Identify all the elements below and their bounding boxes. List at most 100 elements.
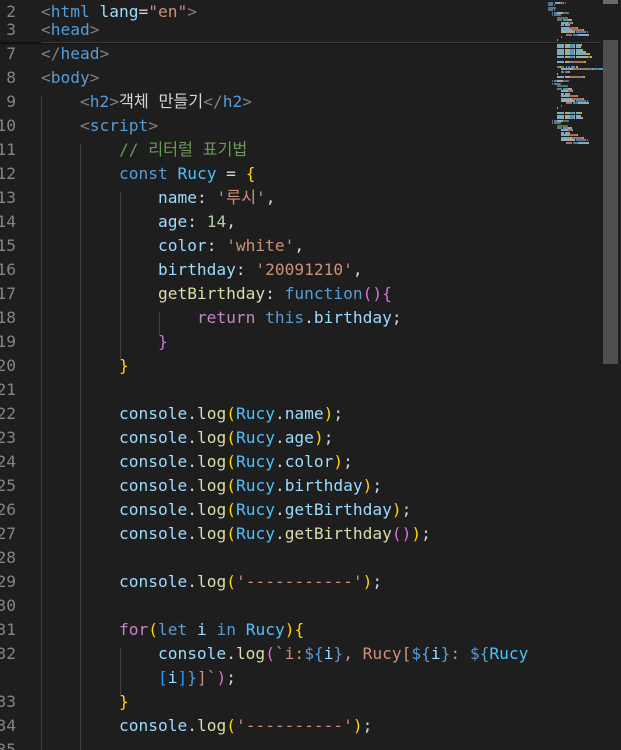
code-line[interactable]: 22 console.log(Rucy.name); bbox=[0, 402, 545, 426]
code-token: < bbox=[41, 68, 51, 87]
code-line[interactable]: [i]}]`); bbox=[0, 666, 545, 690]
line-code: getBirthday: function(){ bbox=[41, 282, 392, 306]
code-token: '----------' bbox=[235, 716, 353, 735]
code-line[interactable]: 32 console.log(`i:${i}, Rucy[${i}: ${Ruc… bbox=[0, 642, 545, 666]
code-line[interactable]: 16 birthday: '20091210', bbox=[0, 258, 545, 282]
code-token: . bbox=[274, 476, 285, 495]
code-token: ] bbox=[177, 668, 188, 687]
code-token: i bbox=[196, 620, 207, 639]
code-line[interactable]: 35 bbox=[0, 738, 545, 750]
code-token: log bbox=[196, 524, 227, 543]
code-line[interactable]: 15 color: 'white', bbox=[0, 234, 545, 258]
line-number-text: 19 bbox=[0, 332, 16, 351]
line-number: 18 bbox=[0, 306, 16, 330]
code-line[interactable]: 19 } bbox=[0, 330, 545, 354]
code-line[interactable]: 10 <script> bbox=[0, 114, 545, 138]
line-code: name: '루시', bbox=[41, 186, 276, 210]
minimap[interactable] bbox=[548, 0, 603, 152]
line-code: console.log(Rucy.color); bbox=[41, 450, 353, 474]
line-number: 10 bbox=[0, 114, 16, 138]
code-token: { bbox=[382, 284, 392, 303]
code-token: ${ bbox=[411, 644, 431, 663]
code-token: . bbox=[274, 404, 285, 423]
code-token: i bbox=[430, 644, 441, 663]
code-token: > bbox=[99, 44, 110, 63]
code-token: ( bbox=[226, 452, 236, 471]
code-token: . bbox=[187, 524, 197, 543]
code-line[interactable]: 31 for(let i in Rucy){ bbox=[0, 618, 545, 642]
minimap-stroke bbox=[587, 141, 589, 144]
code-line[interactable]: 20 } bbox=[0, 354, 545, 378]
code-token: ${ bbox=[469, 644, 490, 663]
code-token: console bbox=[118, 452, 188, 471]
code-token: < bbox=[79, 92, 90, 111]
indent-guide bbox=[80, 144, 81, 750]
code-editor[interactable]: 2 <html lang="en"> 3 <head> 7 </head> 8 <body> 9… bbox=[0, 0, 621, 750]
code-line[interactable]: 7 </head> bbox=[0, 42, 545, 66]
code-line[interactable]: 18 return this.birthday; bbox=[0, 306, 545, 330]
code-line[interactable]: 8 <body> bbox=[0, 66, 545, 90]
code-line[interactable]: 23 console.log(Rucy.age); bbox=[0, 426, 545, 450]
code-token: console bbox=[118, 476, 188, 495]
indent-guide bbox=[41, 96, 42, 750]
code-token: . bbox=[187, 500, 197, 519]
code-line[interactable]: 33 } bbox=[0, 690, 545, 714]
code-line[interactable]: 29 console.log('-----------'); bbox=[0, 570, 545, 594]
code-line[interactable]: 27 console.log(Rucy.getBirthday()); bbox=[0, 522, 545, 546]
minimap-stroke bbox=[556, 107, 558, 110]
code-line[interactable]: 30 bbox=[0, 594, 545, 618]
code-line[interactable]: 11 // 리터럴 표기법 bbox=[0, 138, 545, 162]
code-token: , bbox=[352, 260, 363, 279]
line-number-text: 29 bbox=[0, 572, 16, 591]
code-token: : bbox=[235, 260, 256, 279]
minimap-stroke bbox=[587, 102, 589, 105]
code-line[interactable]: 12 const Rucy = { bbox=[0, 162, 545, 186]
line-number-text: 26 bbox=[0, 500, 16, 519]
code-line[interactable]: 26 console.log(Rucy.getBirthday); bbox=[0, 498, 545, 522]
code-token: : bbox=[187, 212, 207, 231]
line-number-text: 34 bbox=[0, 716, 16, 735]
indent-guide bbox=[159, 312, 160, 336]
code-token: log bbox=[235, 644, 266, 663]
code-token: . bbox=[187, 716, 197, 735]
code-token: getBirthday bbox=[284, 524, 392, 543]
minimap-stroke bbox=[572, 21, 574, 24]
code-token: < bbox=[79, 116, 90, 135]
code-token: let bbox=[157, 620, 188, 639]
line-code: console.log(Rucy.age); bbox=[41, 426, 333, 450]
code-token: body bbox=[50, 68, 90, 87]
minimap-stroke bbox=[570, 75, 584, 78]
line-number: 28 bbox=[0, 546, 16, 570]
line-code: age: 14, bbox=[41, 210, 236, 234]
line-number-text: 27 bbox=[0, 524, 16, 543]
code-line[interactable]: 34 console.log('----------'); bbox=[0, 714, 545, 738]
code-line[interactable]: 25 console.log(Rucy.birthday); bbox=[0, 474, 545, 498]
code-token: ) bbox=[313, 428, 324, 447]
code-line[interactable]: 9 <h2>객체 만들기</h2> bbox=[0, 90, 545, 114]
code-token: head bbox=[50, 20, 90, 39]
code-token: . bbox=[304, 308, 314, 327]
code-token: Rucy bbox=[235, 476, 275, 495]
code-token: ) bbox=[362, 572, 373, 591]
line-number: 8 bbox=[0, 66, 16, 90]
line-number: 35 bbox=[0, 738, 16, 750]
code-line[interactable]: 13 name: '루시', bbox=[0, 186, 545, 210]
indent-guide bbox=[120, 648, 121, 696]
line-number: 33 bbox=[0, 690, 16, 714]
code-token: // 리터럴 표기법 bbox=[118, 140, 248, 159]
code-line[interactable]: 17 getBirthday: function(){ bbox=[0, 282, 545, 306]
sticky-scroll-border bbox=[41, 42, 601, 43]
code-line[interactable]: 14 age: 14, bbox=[0, 210, 545, 234]
code-line[interactable]: 3 <head> bbox=[0, 18, 545, 42]
vertical-scrollbar-thumb[interactable] bbox=[603, 40, 618, 364]
line-code: <body> bbox=[41, 66, 99, 90]
code-token: ( bbox=[226, 476, 236, 495]
code-line[interactable]: 21 bbox=[0, 378, 545, 402]
code-line[interactable]: 28 bbox=[0, 546, 545, 570]
code-line[interactable]: 24 console.log(Rucy.color); bbox=[0, 450, 545, 474]
code-token: ; bbox=[323, 428, 334, 447]
line-number: 26 bbox=[0, 498, 16, 522]
